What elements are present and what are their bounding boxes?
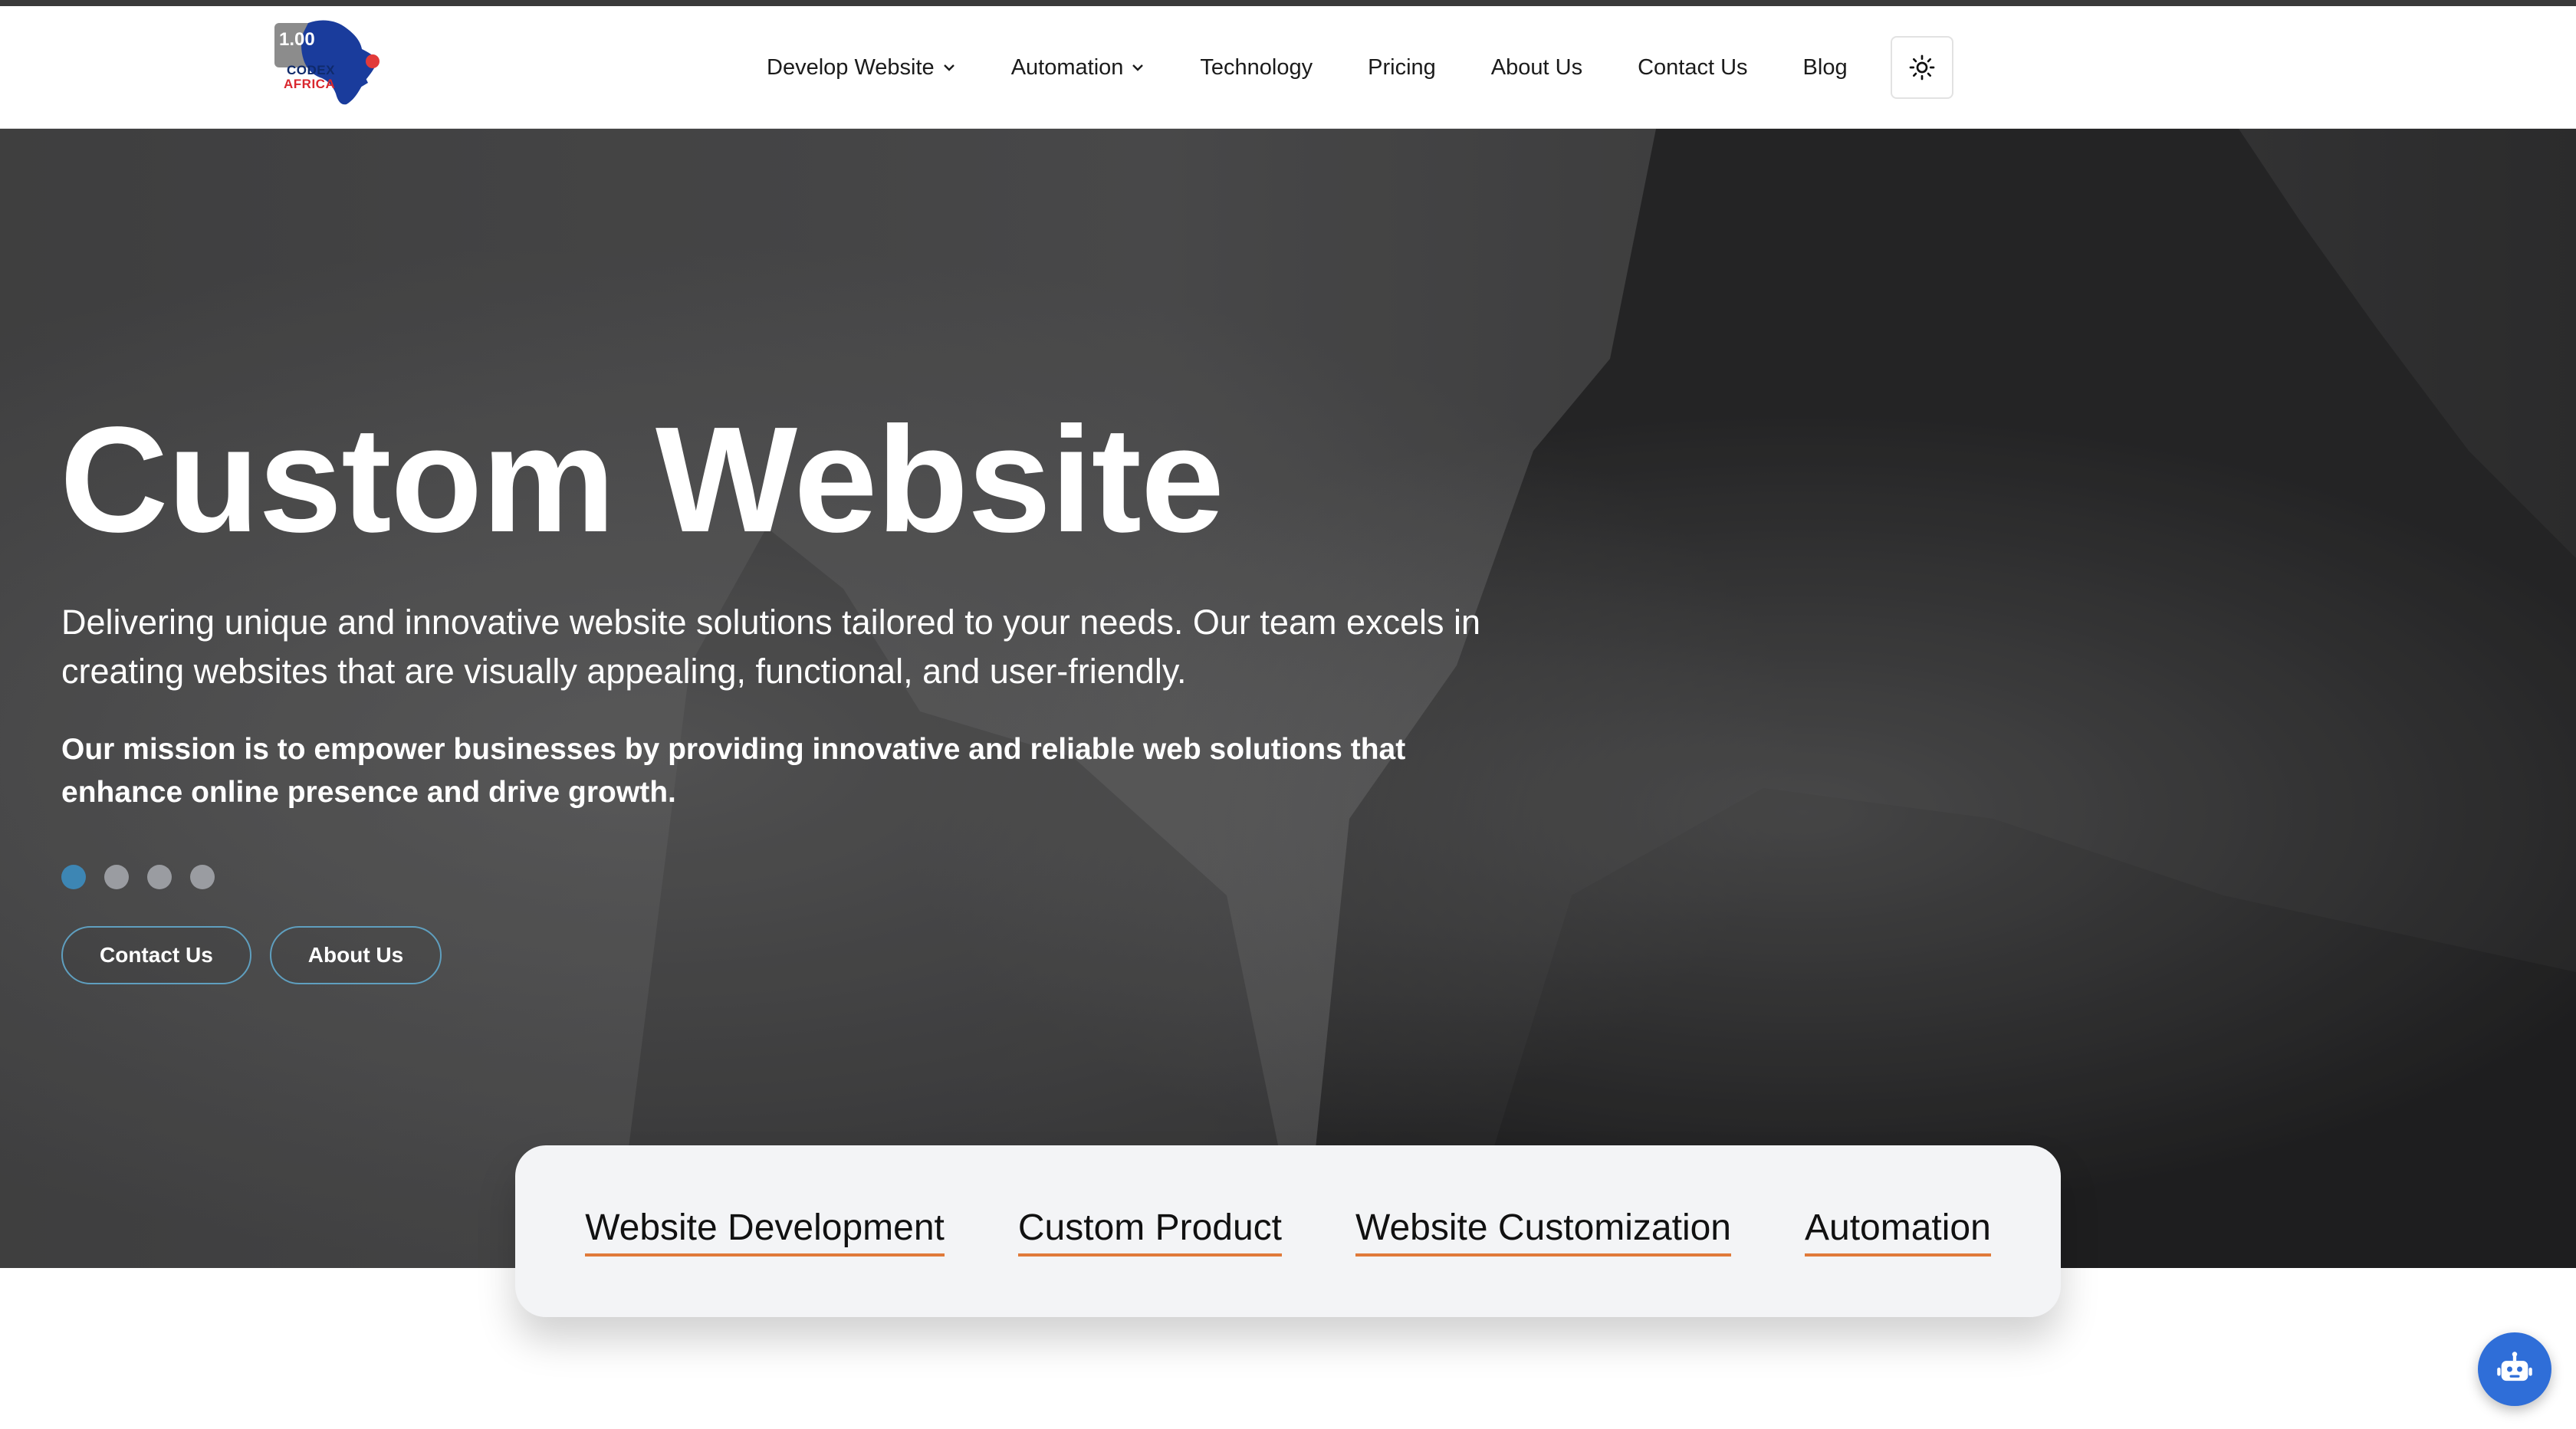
main-nav: Develop Website Automation Technology Pr… [767, 6, 1953, 129]
nav-about-us-label: About Us [1490, 54, 1583, 80]
carousel-dot-4[interactable] [190, 865, 215, 889]
carousel-dot-1[interactable] [61, 865, 86, 889]
nav-blog-label: Blog [1802, 54, 1848, 80]
site-header: 1.00 CODEX AFRICA Develop Website Automa… [0, 6, 2576, 129]
nav-blog[interactable]: Blog [1803, 55, 1848, 80]
nav-pricing[interactable]: Pricing [1368, 55, 1436, 80]
nav-pricing-label: Pricing [1368, 54, 1436, 80]
hero-section: Custom Website Delivering unique and inn… [0, 129, 2576, 1268]
nav-about-us[interactable]: About Us [1491, 55, 1582, 80]
about-us-button[interactable]: About Us [269, 926, 442, 984]
nav-automation-label: Automation [1010, 54, 1124, 80]
nav-technology[interactable]: Technology [1200, 55, 1313, 80]
hero-description: Delivering unique and innovative website… [61, 603, 1481, 691]
nav-technology-label: Technology [1200, 54, 1313, 80]
service-website-customization[interactable]: Website Customization [1355, 1207, 1731, 1257]
nav-develop-website[interactable]: Develop Website [767, 55, 956, 80]
logo-version: 1.00 [279, 29, 315, 50]
top-border [0, 0, 2576, 6]
contact-us-button[interactable]: Contact Us [61, 926, 251, 984]
service-website-development[interactable]: Website Development [585, 1207, 945, 1257]
nav-contact-us[interactable]: Contact Us [1638, 55, 1747, 80]
hero-title: Custom Website [60, 396, 1224, 563]
carousel-indicators [61, 865, 233, 889]
mountain-background-image [0, 129, 2576, 1268]
hero-mission: Our mission is to empower businesses by … [61, 733, 1406, 809]
carousel-dot-2[interactable] [104, 865, 129, 889]
logo-word-africa: AFRICA [284, 77, 336, 91]
service-custom-product[interactable]: Custom Product [1017, 1207, 1283, 1257]
chatbot-button[interactable] [2478, 1332, 2551, 1406]
chevron-down-icon [943, 64, 955, 71]
service-automation[interactable]: Automation [1805, 1207, 1991, 1257]
robot-icon [2497, 1352, 2532, 1381]
carousel-dot-3[interactable] [147, 865, 172, 889]
theme-toggle-button[interactable] [1890, 36, 1953, 99]
chevron-down-icon [1132, 64, 1144, 71]
hero-button-group: Contact Us About Us [61, 926, 460, 984]
nav-contact-us-label: Contact Us [1638, 54, 1748, 80]
services-card: Website Development Custom Product Websi… [515, 1145, 2061, 1317]
logo-word-codex: CODEX [287, 63, 335, 77]
nav-develop-website-label: Develop Website [767, 54, 935, 80]
sun-icon [1909, 54, 1934, 80]
nav-automation[interactable]: Automation [1011, 55, 1145, 80]
codex-africa-logo[interactable]: 1.00 CODEX AFRICA [273, 17, 396, 109]
